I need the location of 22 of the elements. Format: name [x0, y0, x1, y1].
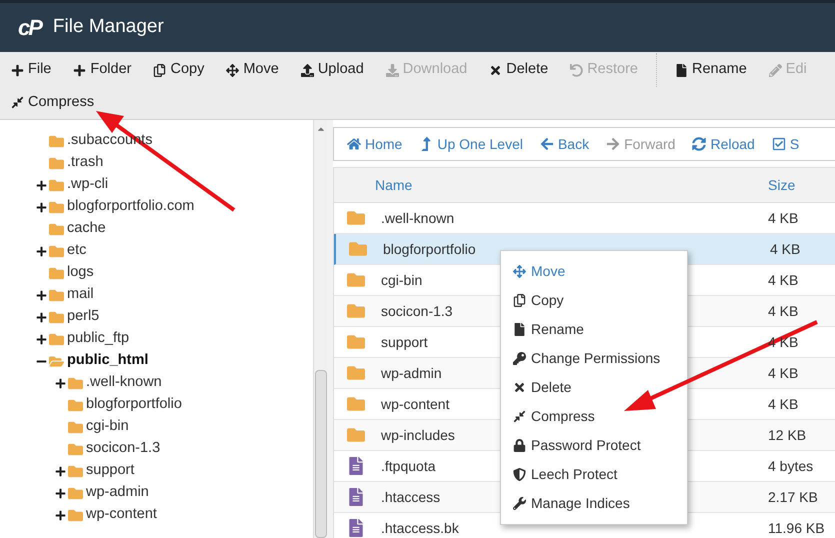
file-size: 4 KB: [768, 302, 798, 320]
file-size: 2.17 KB: [768, 488, 818, 506]
file-size: 4 KB: [768, 208, 798, 228]
file-size: 4 KB: [768, 394, 798, 414]
file-size: 4 KB: [768, 270, 798, 290]
file-name: wp-includes: [381, 426, 455, 445]
file-name: blogforportfolio: [383, 240, 476, 259]
file-name: .well-known: [381, 208, 454, 228]
file-name: support: [381, 332, 428, 352]
file-name: wp-content: [381, 394, 450, 414]
file-name: .htaccess.bk: [381, 518, 459, 538]
file-name: socicon-1.3: [381, 302, 453, 320]
file-name: .htaccess: [381, 488, 440, 506]
file-name: wp-admin: [381, 364, 442, 383]
file-size: 4 KB: [768, 364, 798, 382]
file-size: 11.96 KB: [768, 518, 825, 538]
file-name: cgi-bin: [381, 270, 422, 290]
file-size: 12 KB: [768, 426, 806, 444]
window-title: File Manager: [52, 15, 164, 40]
file-size: 4 KB: [770, 240, 800, 258]
file-name: .ftpquota: [381, 456, 436, 476]
file-size: 4 bytes: [768, 456, 814, 476]
